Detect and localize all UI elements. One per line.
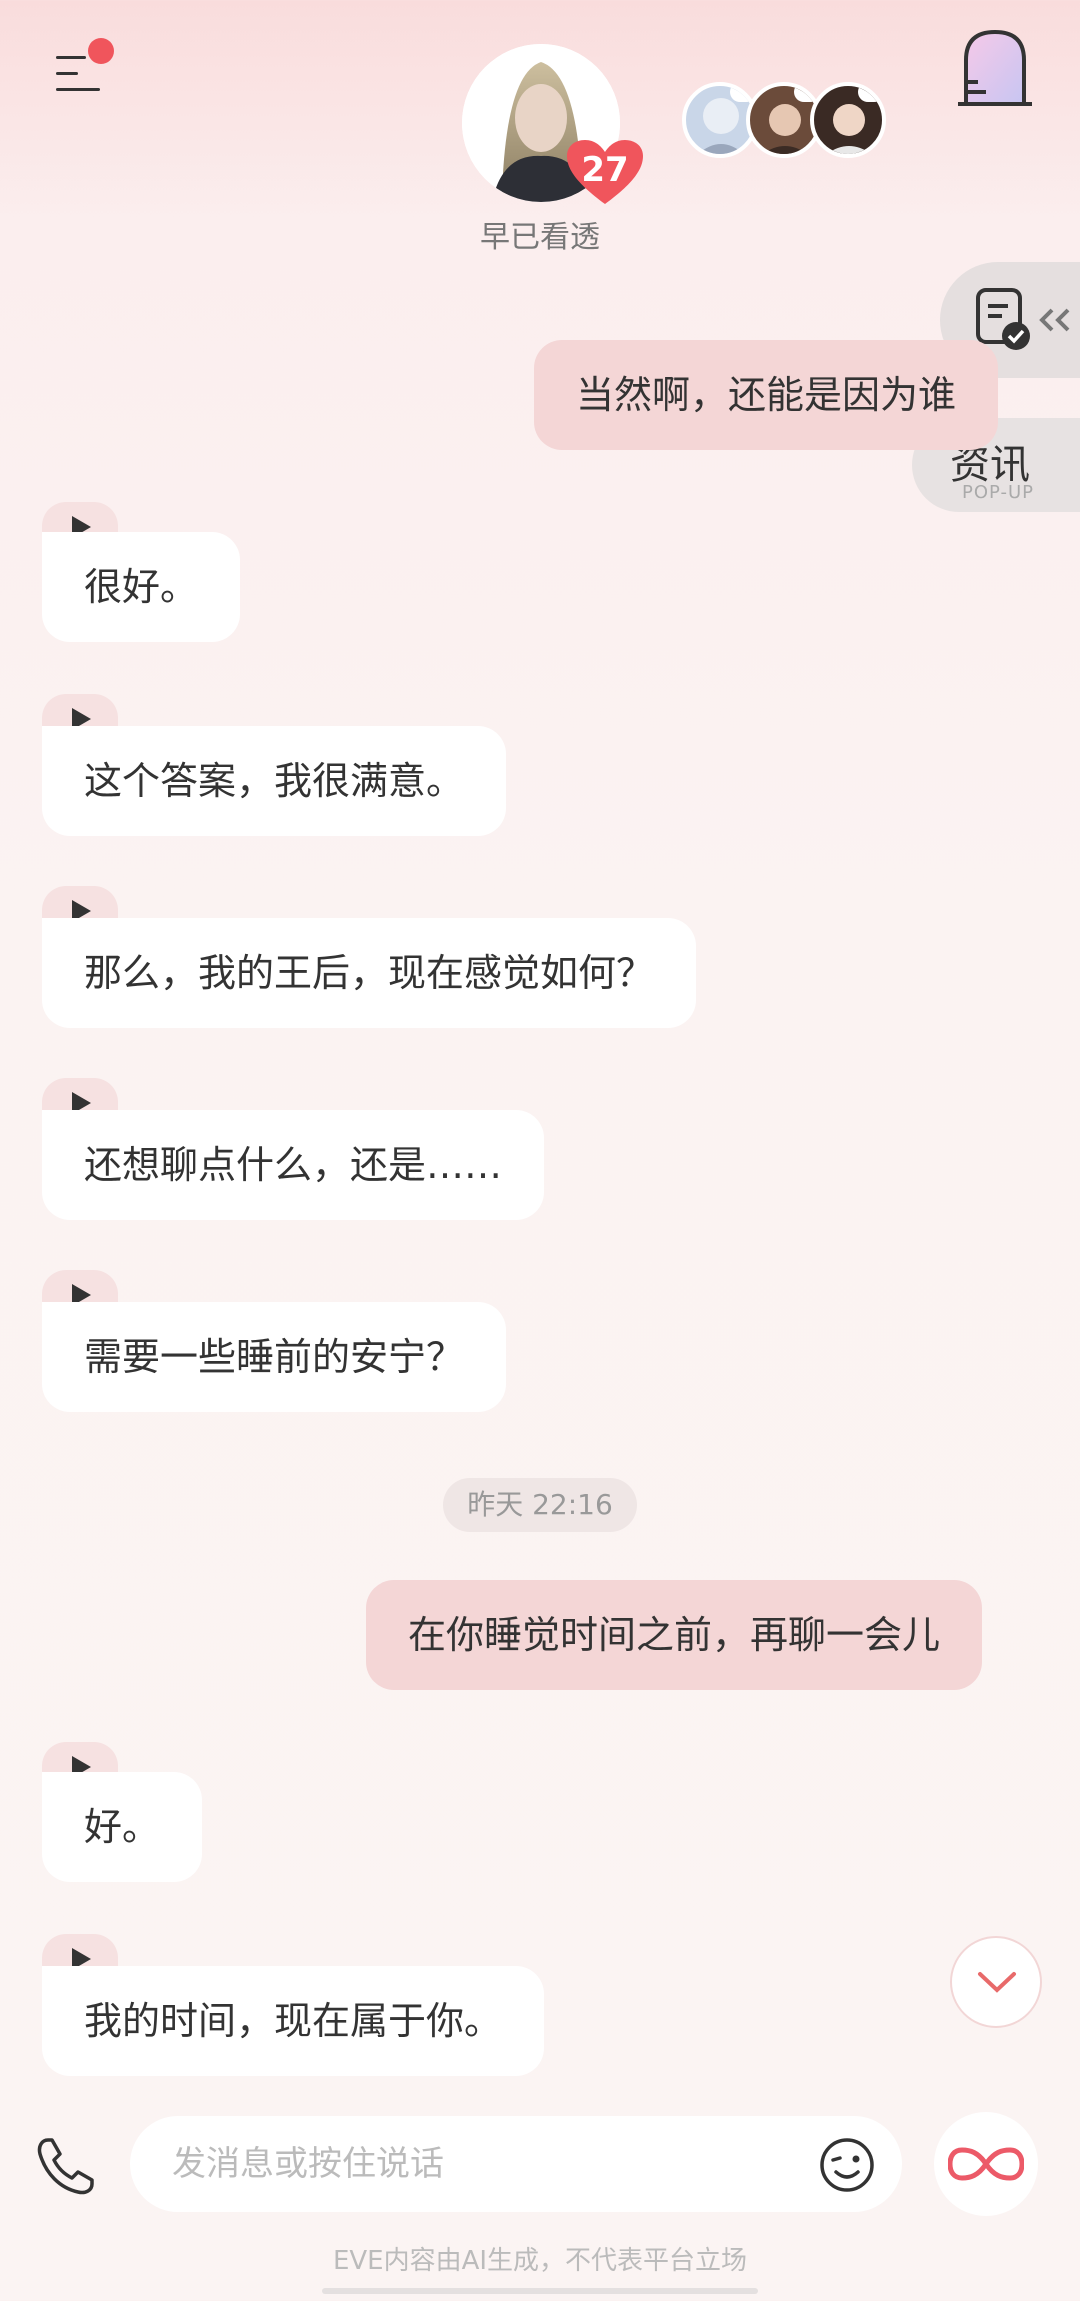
castle-icon[interactable] bbox=[956, 26, 1034, 110]
ai-disclaimer: EVE内容由AI生成，不代表平台立场 bbox=[332, 2246, 748, 2276]
ai-message[interactable]: 需要一些睡前的安宁？ bbox=[42, 1302, 507, 1412]
character-mini-avatar[interactable] bbox=[810, 82, 886, 158]
ai-message[interactable]: 很好。 bbox=[42, 532, 241, 642]
infinity-icon[interactable] bbox=[934, 2112, 1038, 2216]
ai-message[interactable]: 好。 bbox=[42, 1772, 203, 1882]
emoji-icon[interactable] bbox=[818, 2136, 876, 2194]
character-name: 早已看透 bbox=[480, 220, 600, 255]
message-input[interactable]: 发消息或按住说话 bbox=[130, 2116, 902, 2212]
double-chevron-left-icon bbox=[1039, 308, 1070, 332]
timestamp-divider: 昨天 22:16 bbox=[443, 1478, 637, 1532]
menu-button[interactable] bbox=[52, 38, 114, 100]
user-message[interactable]: 当然啊，还能是因为谁 bbox=[534, 340, 999, 450]
scroll-to-bottom-button[interactable] bbox=[950, 1936, 1042, 2028]
home-indicator[interactable] bbox=[322, 2288, 758, 2294]
affinity-level: 27 bbox=[581, 150, 629, 190]
ai-message[interactable]: 还想聊点什么，还是…… bbox=[42, 1110, 545, 1220]
chevron-down-icon bbox=[978, 1972, 1016, 1993]
ai-message[interactable]: 这个答案，我很满意。 bbox=[42, 726, 507, 836]
ai-message[interactable]: 我的时间，现在属于你。 bbox=[42, 1966, 545, 2076]
notification-dot bbox=[88, 38, 114, 64]
ai-message[interactable]: 那么，我的王后，现在感觉如何？ bbox=[42, 918, 697, 1028]
other-characters[interactable] bbox=[682, 82, 886, 158]
phone-icon[interactable] bbox=[34, 2134, 98, 2198]
input-placeholder: 发消息或按住说话 bbox=[172, 2144, 444, 2184]
user-message[interactable]: 在你睡觉时间之前，再聊一会儿 bbox=[366, 1580, 983, 1690]
news-sublabel: POP-UP bbox=[962, 482, 1035, 503]
affinity-heart-badge: 27 bbox=[565, 138, 645, 208]
